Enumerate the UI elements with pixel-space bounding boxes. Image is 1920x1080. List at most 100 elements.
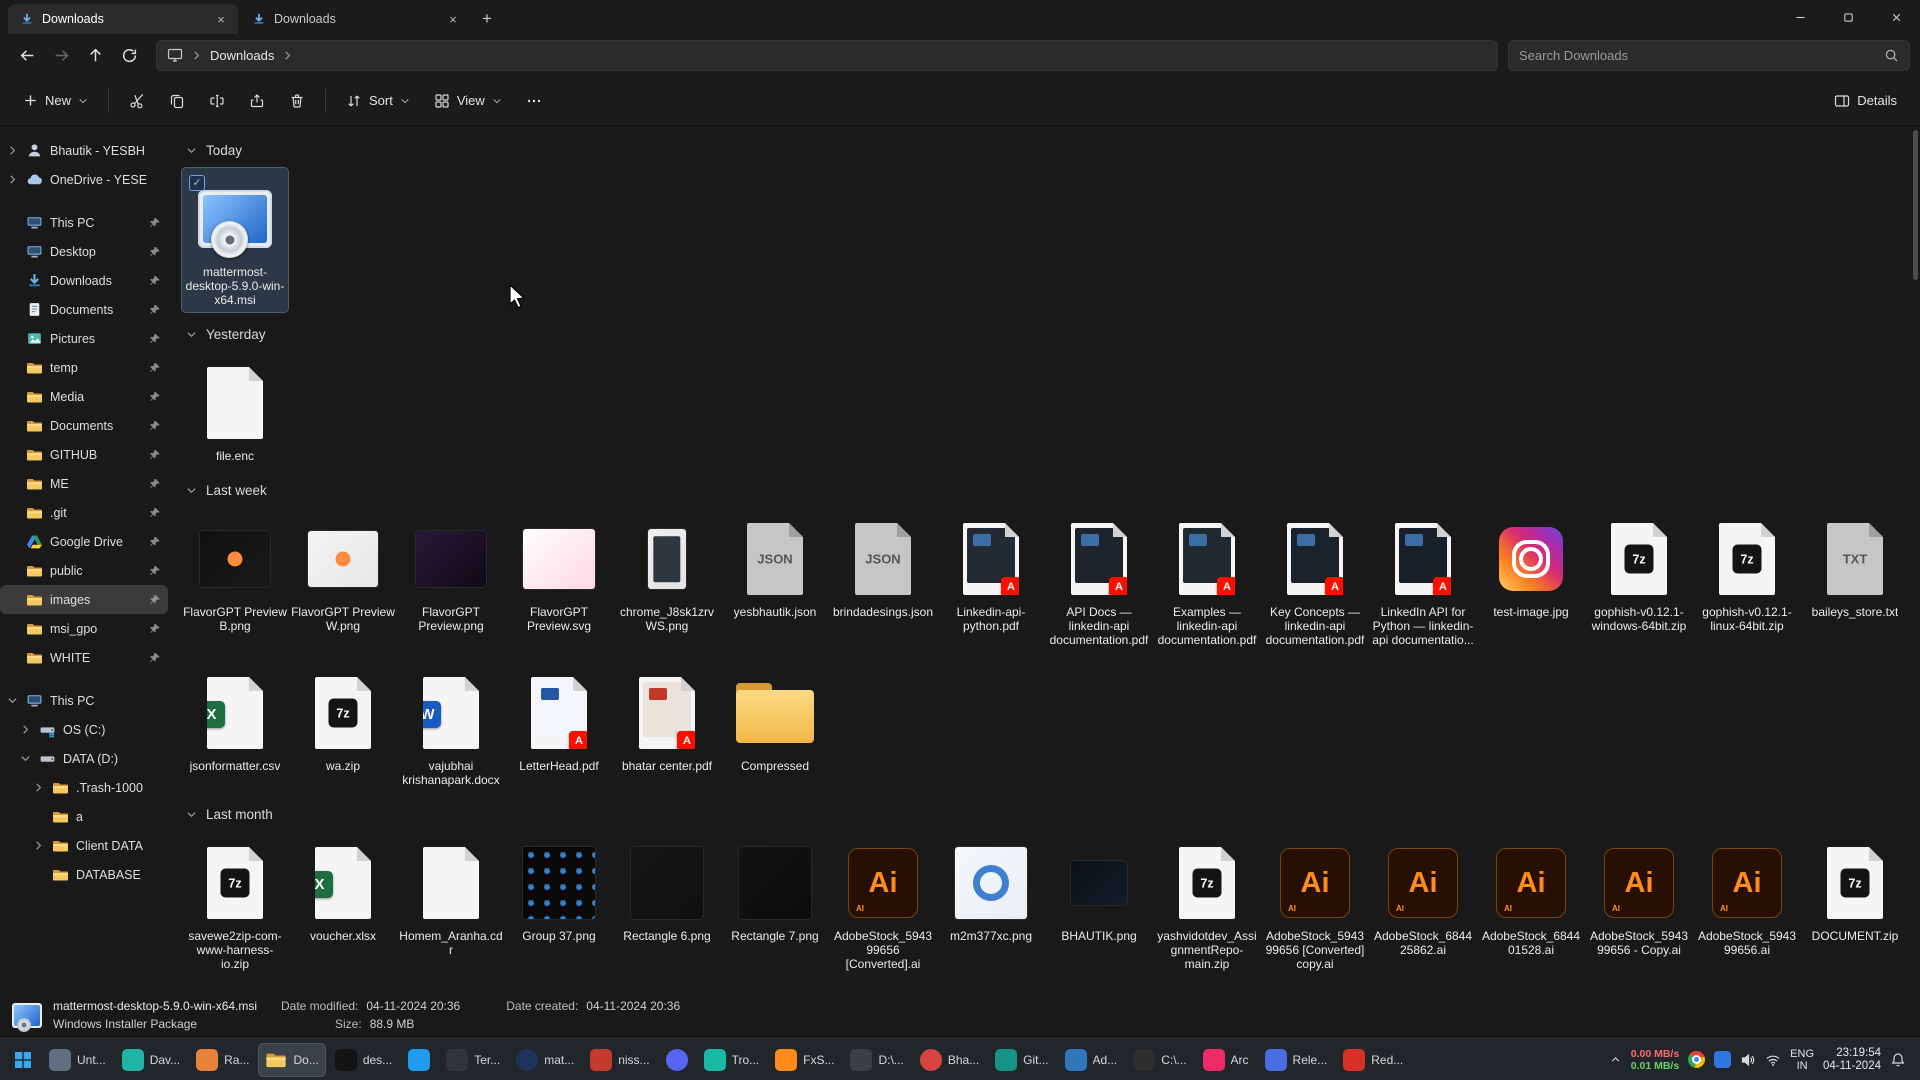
sidebar-item-images[interactable]: images <box>0 585 168 614</box>
search-input[interactable] <box>1519 48 1876 63</box>
sidebar-item-white[interactable]: WHITE <box>0 643 168 672</box>
sidebar-item-desktop[interactable]: Desktop <box>0 237 168 266</box>
file-tile-brindadesings-json[interactable]: JSON brindadesings.json <box>830 508 936 624</box>
net-speed-widget[interactable]: 0.00 MB/s 0.01 MB/s <box>1631 1048 1679 1072</box>
sidebar-item-trash-1000[interactable]: .Trash-1000 <box>0 773 168 802</box>
new-tab-button[interactable]: + <box>472 4 502 34</box>
file-tile-bhautik-png[interactable]: BHAUTIK.png <box>1046 832 1152 948</box>
chrome-tray-icon[interactable] <box>1688 1051 1705 1068</box>
sidebar-item-me[interactable]: ME <box>0 469 168 498</box>
file-tile-adobestock-594399656-copy-ai[interactable]: AiAI AdobeStock_594399656 - Copy.ai <box>1586 832 1692 962</box>
file-tile-adobestock-684425862-ai[interactable]: AiAI AdobeStock_684425862.ai <box>1370 832 1476 962</box>
sidebar-item-client-data[interactable]: Client DATA <box>0 831 168 860</box>
taskbar-item-niss[interactable]: niss... <box>583 1043 656 1077</box>
taskbar-item-bha[interactable]: Bha... <box>913 1043 986 1077</box>
close-button[interactable] <box>1872 0 1920 34</box>
group-header-today[interactable]: Today <box>186 136 1908 164</box>
tab-downloads-active[interactable]: Downloads × <box>8 4 238 34</box>
file-tile-gophish-v0-12-1-windows-64bit-zip[interactable]: 7z gophish-v0.12.1-windows-64bit.zip <box>1586 508 1692 638</box>
taskbar-item-red[interactable]: Red... <box>1336 1043 1410 1077</box>
file-tile-jsonformatter-csv[interactable]: X jsonformatter.csv <box>182 662 288 778</box>
tab-close-icon[interactable]: × <box>212 10 230 28</box>
details-button[interactable]: Details <box>1823 84 1908 118</box>
taskbar-item-dav[interactable]: Dav... <box>115 1043 187 1077</box>
maximize-button[interactable] <box>1824 0 1872 34</box>
address-bar[interactable]: Downloads <box>156 40 1498 71</box>
taskbar-item-tro[interactable]: Tro... <box>697 1043 767 1077</box>
taskbar-item-unt[interactable]: Unt... <box>42 1043 113 1077</box>
share-button[interactable] <box>238 84 276 118</box>
taskbar-item-des[interactable]: des... <box>328 1043 399 1077</box>
file-tile-linkedin-api-python-pdf[interactable]: A Linkedin-api-python.pdf <box>938 508 1044 638</box>
file-tile-adobestock-594399656-converted-ai[interactable]: AiAI AdobeStock_594399656 [Converted].ai <box>830 832 936 976</box>
file-tile-flavorgpt-preview-svg[interactable]: FlavorGPT Preview.svg <box>506 508 612 638</box>
file-tile-test-image-jpg[interactable]: test-image.jpg <box>1478 508 1584 624</box>
file-tile-adobestock-594399656-converted-copy-ai[interactable]: AiAI AdobeStock_594399656 [Converted] co… <box>1262 832 1368 976</box>
notifications-icon[interactable] <box>1890 1052 1906 1068</box>
sidebar-item-onedrive-yese[interactable]: OneDrive - YESE <box>0 165 168 194</box>
view-button[interactable]: View <box>423 84 513 118</box>
file-tile-flavorgpt-preview-png[interactable]: FlavorGPT Preview.png <box>398 508 504 638</box>
taskbar-item-ter[interactable]: Ter... <box>439 1043 507 1077</box>
sidebar-item-public[interactable]: public <box>0 556 168 585</box>
clock[interactable]: 23:19:54 04-11-2024 <box>1823 1047 1881 1073</box>
group-header-last-week[interactable]: Last week <box>186 476 1908 504</box>
file-tile-key-concepts-linkedin-api-documentation-pdf[interactable]: A Key Concepts — linkedin-api documentat… <box>1262 508 1368 652</box>
network-icon[interactable] <box>1765 1052 1781 1068</box>
taskbar-item-ad[interactable]: Ad... <box>1058 1043 1125 1077</box>
file-tile-rectangle-6-png[interactable]: Rectangle 6.png <box>614 832 720 948</box>
tab-close-icon[interactable]: × <box>444 10 462 28</box>
file-tile-linkedin-api-for-python-linkedin-api-documentatio[interactable]: A LinkedIn API for Python — linkedin-api… <box>1370 508 1476 652</box>
file-tile-flavorgpt-preview-w-png[interactable]: FlavorGPT Preview W.png <box>290 508 396 638</box>
file-tile-chrome-j8sk1zrvws-png[interactable]: chrome_J8sk1zrvWS.png <box>614 508 720 638</box>
cut-button[interactable] <box>118 84 156 118</box>
taskbar-item-mat[interactable]: mat... <box>509 1043 581 1077</box>
taskbar-item-discord[interactable] <box>659 1043 695 1077</box>
refresh-button[interactable] <box>112 39 146 71</box>
sidebar-item-github[interactable]: GITHUB <box>0 440 168 469</box>
taskbar-item-ra[interactable]: Ra... <box>189 1043 256 1077</box>
chevron-right-icon[interactable] <box>282 50 293 61</box>
scrollbar-thumb[interactable] <box>1913 130 1918 280</box>
search-box[interactable] <box>1508 40 1910 71</box>
breadcrumb[interactable]: Downloads <box>210 48 274 63</box>
start-button[interactable] <box>6 1043 40 1077</box>
file-tile-adobestock-594399656-ai[interactable]: AiAI AdobeStock_594399656.ai <box>1694 832 1800 962</box>
back-button[interactable] <box>10 39 44 71</box>
checkbox[interactable]: ✓ <box>189 175 205 191</box>
taskbar-item-rele[interactable]: Rele... <box>1258 1043 1335 1077</box>
file-tile-file-enc[interactable]: file.enc <box>182 352 288 468</box>
search-icon[interactable] <box>1884 48 1899 63</box>
sidebar-item-temp[interactable]: temp <box>0 353 168 382</box>
chevron-right-icon[interactable] <box>19 724 32 735</box>
file-tile-adobestock-684401528-ai[interactable]: AiAI AdobeStock_684401528.ai <box>1478 832 1584 962</box>
up-button[interactable] <box>78 39 112 71</box>
taskbar-item-arc[interactable]: Arc <box>1196 1043 1256 1077</box>
sidebar-item-google-drive[interactable]: Google Drive <box>0 527 168 556</box>
chevron-down-icon[interactable] <box>19 753 32 764</box>
delete-button[interactable] <box>278 84 316 118</box>
sidebar-item-data-d[interactable]: DATA (D:) <box>0 744 168 773</box>
sidebar-item-msi-gpo[interactable]: msi_gpo <box>0 614 168 643</box>
taskbar-item-c[interactable]: C:\... <box>1126 1043 1193 1077</box>
sidebar-item-git[interactable]: .git <box>0 498 168 527</box>
file-tile-yashvidotdev-assignmentrepo-main-zip[interactable]: 7z yashvidotdev_AssignmentRepo-main.zip <box>1154 832 1260 976</box>
tray-expand-icon[interactable] <box>1609 1053 1622 1066</box>
sidebar-item-media[interactable]: Media <box>0 382 168 411</box>
file-tile-group-37-png[interactable]: Group 37.png <box>506 832 612 948</box>
taskbar-item-git[interactable]: Git... <box>988 1043 1055 1077</box>
file-tile-vajubhai-krishanapark-docx[interactable]: W vajubhai krishanapark.docx <box>398 662 504 792</box>
sidebar-item-bhautik-yesbh[interactable]: Bhautik - YESBH <box>0 136 168 165</box>
file-tile-compressed[interactable]: Compressed <box>722 662 828 778</box>
more-options-button[interactable] <box>515 84 553 118</box>
copy-button[interactable] <box>158 84 196 118</box>
sidebar-item-downloads[interactable]: Downloads <box>0 266 168 295</box>
chevron-right-icon[interactable] <box>6 145 19 156</box>
sidebar-item-documents[interactable]: Documents <box>0 295 168 324</box>
chevron-right-icon[interactable] <box>32 840 45 851</box>
group-header-last-month[interactable]: Last month <box>186 800 1908 828</box>
file-tile-flavorgpt-preview-b-png[interactable]: FlavorGPT Preview B.png <box>182 508 288 638</box>
file-tile-homem-aranha-cdr[interactable]: Homem_Aranha.cdr <box>398 832 504 962</box>
file-tile-voucher-xlsx[interactable]: X voucher.xlsx <box>290 832 396 948</box>
file-tile-examples-linkedin-api-documentation-pdf[interactable]: A Examples — linkedin-api documentation.… <box>1154 508 1260 652</box>
